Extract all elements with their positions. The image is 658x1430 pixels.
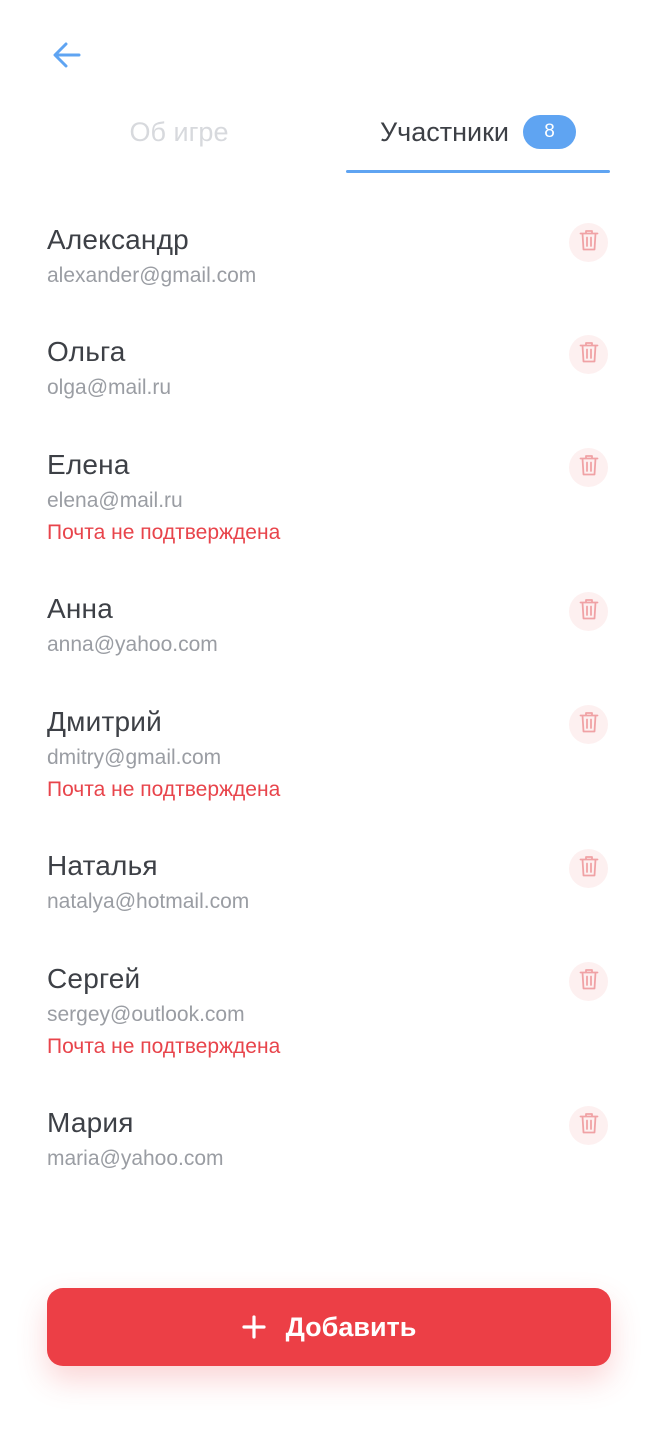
delete-participant-button[interactable] [569,448,608,487]
arrow-left-icon [53,42,81,73]
participant-name: Наталья [47,850,158,881]
list-item: Наталья natalya@hotmail.com [47,848,610,961]
delete-participant-button[interactable] [569,849,608,888]
trash-icon [579,855,599,882]
participant-email: dmitry@gmail.com [47,746,222,769]
tab-participants[interactable]: Участники 8 [346,98,610,174]
back-button[interactable] [44,36,90,78]
delete-participant-button[interactable] [569,592,608,631]
tab-about-game[interactable]: Об игре [47,98,311,174]
trash-icon [579,454,599,481]
trash-icon [579,711,599,738]
participant-name: Дмитрий [47,706,162,737]
email-unverified-warning: Почта не подтверждена [47,521,281,544]
add-participant-button[interactable]: Добавить [47,1288,611,1366]
list-item: Анна anna@yahoo.com [47,591,610,704]
participant-email: anna@yahoo.com [47,633,218,656]
delete-participant-button[interactable] [569,223,608,262]
email-unverified-warning: Почта не подтверждена [47,778,281,801]
participant-email: alexander@gmail.com [47,264,257,287]
participant-name: Анна [47,593,113,624]
add-button-label: Добавить [285,1311,417,1342]
list-item: Александр alexander@gmail.com [47,222,610,334]
trash-icon [579,1112,599,1139]
plus-icon [242,1315,266,1339]
trash-icon [579,598,599,625]
participant-email: elena@mail.ru [47,489,183,512]
list-item: Сергей sergey@outlook.com Почта не подтв… [47,961,610,1105]
participant-email: maria@yahoo.com [47,1147,224,1170]
trash-icon [579,229,599,256]
participant-name: Елена [47,449,130,480]
delete-participant-button[interactable] [569,705,608,744]
delete-participant-button[interactable] [569,1106,608,1145]
participant-name: Сергей [47,963,141,994]
active-tab-indicator [346,170,610,173]
list-item: Дмитрий dmitry@gmail.com Почта не подтве… [47,704,610,848]
participant-email: natalya@hotmail.com [47,890,250,913]
tab-about-game-label: Об игре [129,116,229,147]
delete-participant-button[interactable] [569,962,608,1001]
trash-icon [579,968,599,995]
tab-participants-label: Участники [380,116,509,147]
trash-icon [579,341,599,368]
participant-email: sergey@outlook.com [47,1003,245,1026]
participant-name: Александр [47,224,189,255]
participants-list: Александр alexander@gmail.com Ольга olga… [47,222,610,1217]
list-item: Елена elena@mail.ru Почта не подтвержден… [47,447,610,591]
participant-name: Ольга [47,336,126,367]
email-unverified-warning: Почта не подтверждена [47,1035,281,1058]
tab-bar: Об игре Участники 8 [47,98,610,174]
list-item: Мария maria@yahoo.com [47,1105,610,1217]
participant-name: Мария [47,1107,134,1138]
list-item: Ольга olga@mail.ru [47,334,610,447]
participants-screen: Об игре Участники 8 Александр alexander@… [0,0,658,1430]
participants-count-badge: 8 [523,115,576,149]
delete-participant-button[interactable] [569,335,608,374]
participant-email: olga@mail.ru [47,376,172,399]
